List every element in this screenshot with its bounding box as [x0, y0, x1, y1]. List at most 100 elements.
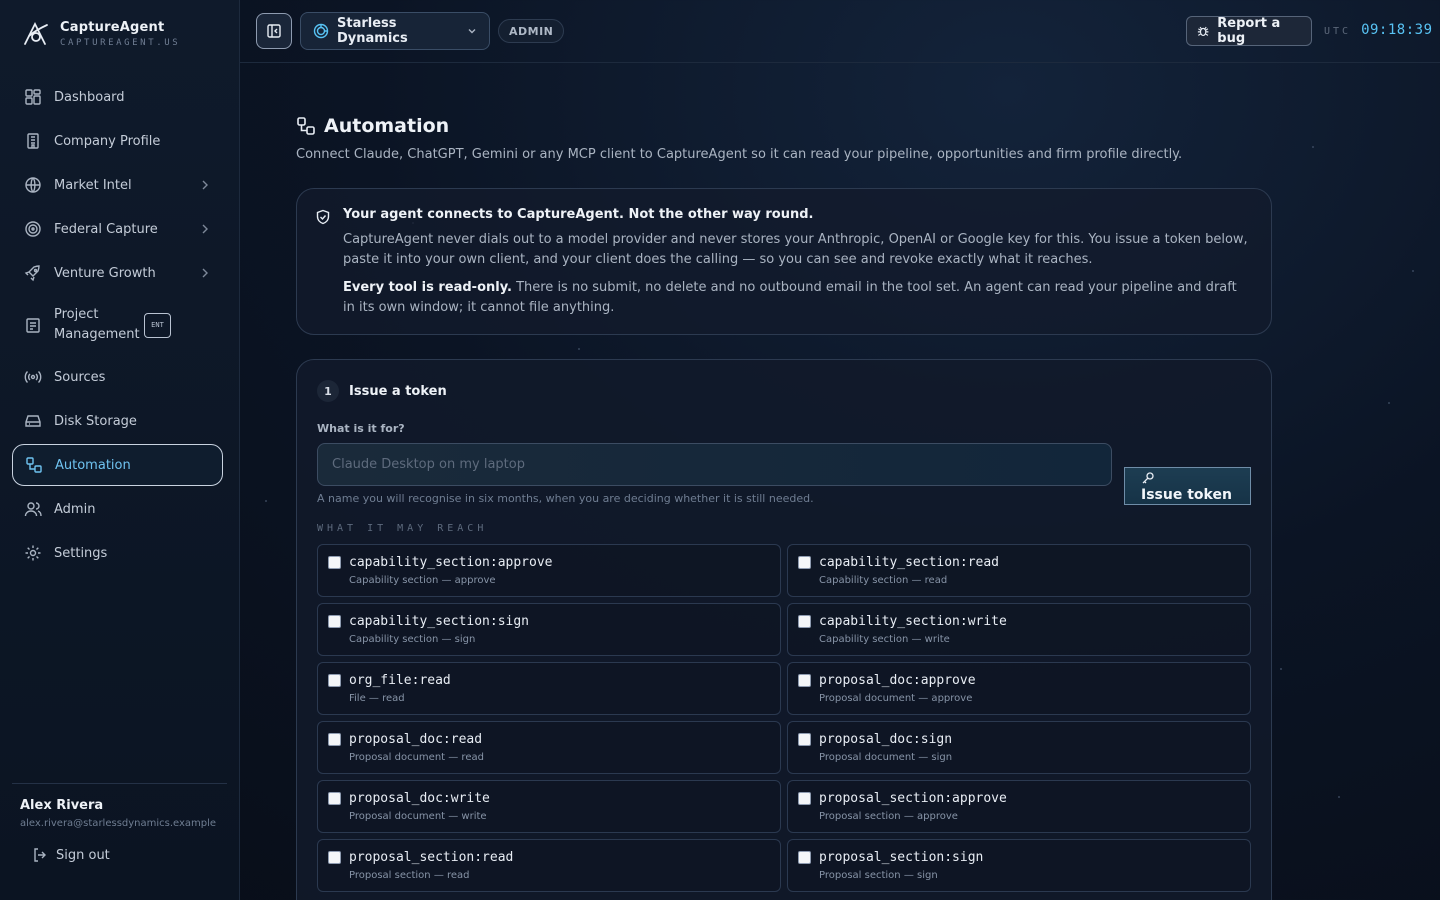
sidebar-item-label: Admin — [54, 501, 96, 517]
sidebar: CaptureAgent CAPTUREAGENT.US Dashboard C… — [0, 0, 240, 900]
user-email: alex.rivera@starlessdynamics.example — [20, 818, 217, 829]
sidebar-toggle-icon — [267, 24, 281, 38]
sidebar-item-label: Company Profile — [54, 133, 161, 149]
sign-out-icon — [34, 848, 46, 862]
scope-option[interactable]: capability_section:write Capability secti… — [787, 603, 1251, 656]
scope-option[interactable]: capability_section:read Capability sectio… — [787, 544, 1251, 597]
scope-description: Proposal document — sign — [819, 752, 953, 763]
scope-description: File — read — [349, 693, 405, 704]
scope-option[interactable]: proposal_section:approve Proposal section… — [787, 780, 1251, 833]
sign-out-button[interactable]: Sign out — [32, 847, 132, 863]
capture-agent-logo-icon — [24, 21, 48, 45]
sidebar-item-venture-growth[interactable]: Venture Growth — [12, 252, 223, 294]
token-name-help: A name you will recognise in six months,… — [317, 492, 814, 505]
scope-option[interactable]: proposal_section:read Proposal section — … — [317, 839, 781, 892]
scope-option[interactable]: capability_section:sign Capability sectio… — [317, 603, 781, 656]
scope-description: Proposal document — read — [349, 752, 484, 763]
building-icon — [27, 133, 39, 149]
sidebar-item-disk-storage[interactable]: Disk Storage — [12, 400, 223, 442]
scope-option[interactable]: proposal_doc:read Proposal document — rea… — [317, 721, 781, 774]
scope-checkbox[interactable] — [328, 851, 341, 864]
scope-option[interactable]: capability_section:approve Capability sec… — [317, 544, 781, 597]
scope-code: proposal_section:approve — [819, 791, 1007, 806]
key-icon — [1142, 472, 1154, 484]
issue-token-card: 1 Issue a token What is it for? A name y… — [296, 359, 1272, 900]
scope-code: capability_section:approve — [349, 555, 553, 570]
hard-drive-icon — [25, 415, 41, 427]
scope-code: proposal_section:read — [349, 850, 514, 865]
scope-checkbox[interactable] — [798, 733, 811, 746]
scope-checkbox[interactable] — [328, 615, 341, 628]
sidebar-item-admin[interactable]: Admin — [12, 488, 223, 530]
sidebar-item-federal-capture[interactable]: Federal Capture — [12, 208, 223, 250]
sidebar-item-project-management[interactable]: Project Management ENT — [12, 296, 223, 354]
scopes-heading: WHAT IT MAY REACH — [317, 523, 488, 534]
brand-domain: CAPTUREAGENT.US — [60, 38, 181, 48]
bug-icon — [1197, 26, 1209, 36]
notice-readonly-strong: Every tool is read-only. — [343, 280, 512, 295]
globe-icon — [25, 177, 41, 193]
token-form-row: A name you will recognise in six months,… — [317, 443, 1251, 505]
broadcast-icon — [24, 371, 42, 383]
sidebar-item-label: Federal Capture — [54, 221, 158, 237]
user-name: Alex Rivera — [20, 798, 104, 813]
organization-switcher[interactable]: Starless Dynamics — [300, 12, 490, 50]
enterprise-badge: ENT — [144, 312, 171, 338]
scope-checkbox[interactable] — [798, 615, 811, 628]
scope-description: Proposal document — write — [349, 811, 487, 822]
scope-option[interactable]: proposal_doc:sign Proposal document — sig… — [787, 721, 1251, 774]
scope-checkbox[interactable] — [798, 851, 811, 864]
chevron-down-icon — [468, 29, 476, 34]
shield-check-icon — [316, 209, 330, 225]
scope-description: Proposal document — approve — [819, 693, 973, 704]
scope-checkbox[interactable] — [328, 556, 341, 569]
notice-body: CaptureAgent never dials out to a model … — [343, 232, 1248, 267]
scope-checkbox[interactable] — [798, 674, 811, 687]
sidebar-item-label: Sources — [54, 369, 106, 385]
scope-grid: capability_section:approve Capability sec… — [317, 544, 1251, 892]
collapse-sidebar-button[interactable] — [256, 13, 292, 49]
scope-option[interactable]: proposal_section:sign Proposal section — … — [787, 839, 1251, 892]
scope-option[interactable]: proposal_doc:approve Proposal document — … — [787, 662, 1251, 715]
scope-description: Capability section — approve — [349, 575, 496, 586]
sidebar-item-automation[interactable]: Automation — [12, 444, 223, 486]
issue-token-button[interactable]: Issue token — [1124, 467, 1251, 505]
sidebar-item-label: Market Intel — [54, 177, 132, 193]
scope-code: proposal_doc:sign — [819, 732, 953, 747]
scope-code: proposal_doc:approve — [819, 673, 976, 688]
scope-description: Capability section — write — [819, 634, 950, 645]
notice-readonly: Every tool is read-only. There is no sub… — [343, 278, 1251, 318]
sidebar-item-market-intel[interactable]: Market Intel — [12, 164, 223, 206]
users-icon — [24, 502, 42, 517]
page-header: Automation — [296, 115, 1272, 137]
scope-checkbox[interactable] — [328, 733, 341, 746]
sidebar-item-company-profile[interactable]: Company Profile — [12, 120, 223, 162]
scope-description: Capability section — read — [819, 575, 948, 586]
role-badge: ADMIN — [498, 19, 565, 43]
brand-name: CaptureAgent — [60, 20, 165, 35]
sidebar-item-sources[interactable]: Sources — [12, 356, 223, 398]
scope-checkbox[interactable] — [328, 674, 341, 687]
scope-option[interactable]: proposal_doc:write Proposal document — wr… — [317, 780, 781, 833]
step-title: Issue a token — [349, 383, 447, 399]
page-subtitle: Connect Claude, ChatGPT, Gemini or any M… — [296, 147, 1183, 162]
token-name-input[interactable] — [317, 443, 1112, 486]
scope-checkbox[interactable] — [798, 556, 811, 569]
sidebar-item-dashboard[interactable]: Dashboard — [12, 76, 223, 118]
chevron-right-icon — [202, 268, 208, 278]
report-bug-label: Report a bug — [1217, 16, 1281, 46]
scope-description: Proposal section — approve — [819, 811, 958, 822]
page-title: Automation — [324, 115, 450, 137]
scope-option[interactable]: org_file:read File — read — [317, 662, 781, 715]
target-icon — [25, 221, 41, 237]
scope-code: capability_section:sign — [349, 614, 530, 629]
scope-checkbox[interactable] — [328, 792, 341, 805]
scope-code: proposal_doc:read — [349, 732, 483, 747]
brand[interactable]: CaptureAgent CAPTUREAGENT.US — [22, 20, 180, 48]
scope-checkbox[interactable] — [798, 792, 811, 805]
sidebar-item-settings[interactable]: Settings — [12, 532, 223, 574]
scope-description: Proposal section — sign — [819, 870, 938, 881]
scope-code: proposal_section:sign — [819, 850, 984, 865]
report-bug-button[interactable]: Report a bug — [1186, 16, 1312, 46]
sidebar-item-label: Dashboard — [54, 89, 125, 105]
